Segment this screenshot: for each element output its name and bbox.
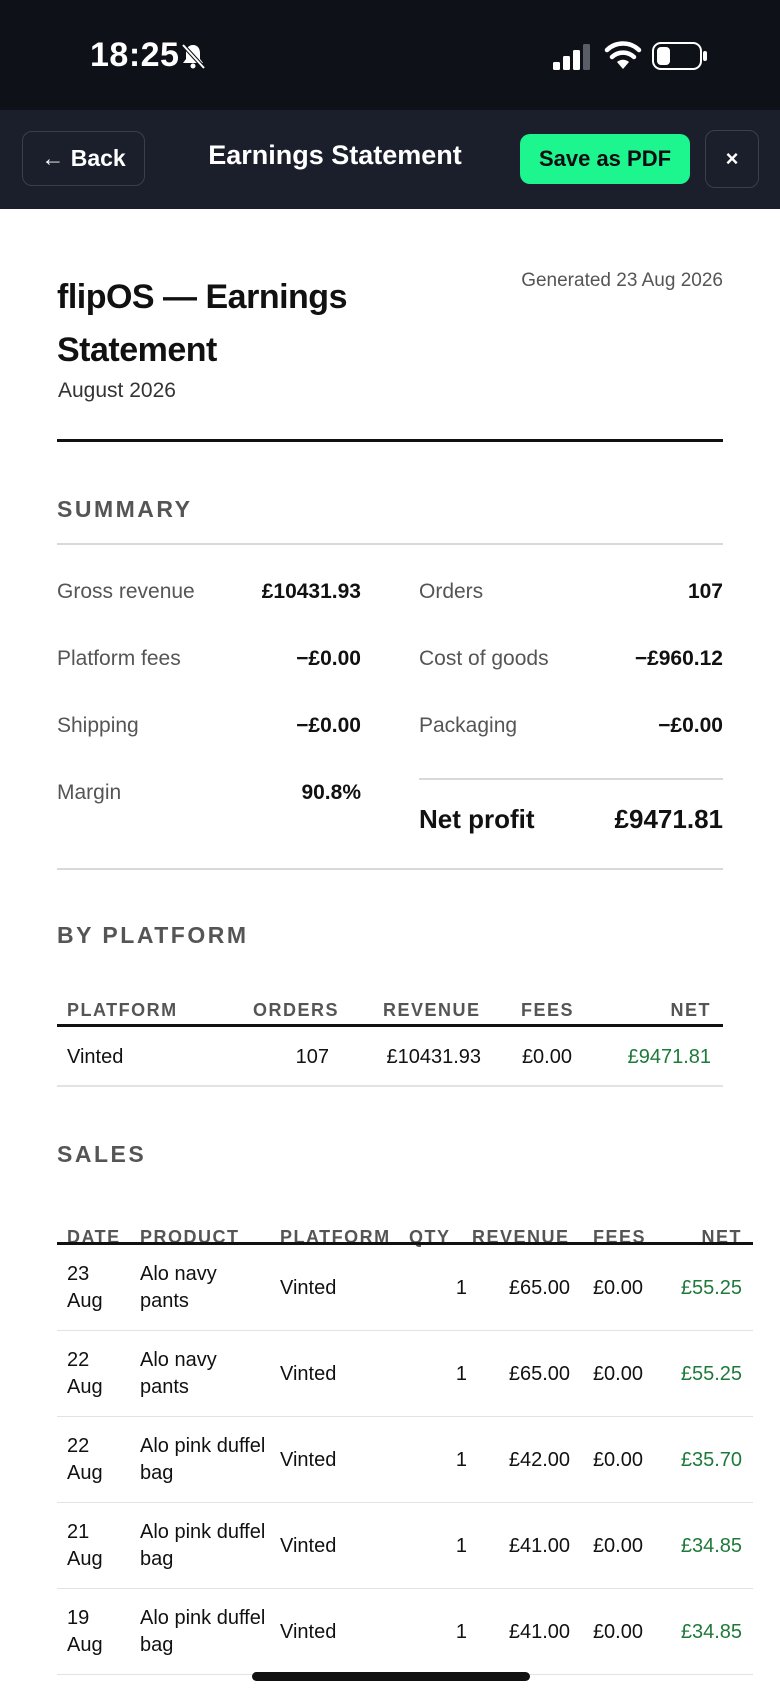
summary-value: £10431.93 <box>261 580 361 603</box>
cell-revenue: £10431.93 <box>386 1045 481 1068</box>
generated-date: Generated 23 Aug 2026 <box>521 270 723 291</box>
cell-net: £9471.81 <box>627 1045 711 1068</box>
cell-net: £55.25 <box>680 1362 742 1385</box>
cell-revenue: £65.00 <box>508 1276 570 1299</box>
cell-date: 23 Aug <box>67 1263 103 1312</box>
by-platform-heading: BY PLATFORM <box>57 922 249 948</box>
summary-value: −£960.12 <box>634 647 723 670</box>
cell-revenue: £65.00 <box>508 1362 570 1385</box>
cell-platform: Vinted <box>280 1448 337 1471</box>
table-row: 21 Aug Alo pink duffel bag Vinted 1 £41.… <box>57 1503 753 1589</box>
summary-value: −£0.00 <box>658 714 723 737</box>
back-button-label: ← Back <box>41 145 126 171</box>
summary-packaging: Packaging −£0.00 <box>419 706 723 746</box>
summary-label: Shipping <box>57 714 139 737</box>
sales-heading: SALES <box>57 1141 147 1167</box>
signal-icon <box>553 44 590 70</box>
cell-date: 22 Aug <box>67 1349 103 1398</box>
divider <box>57 1024 723 1027</box>
summary-value: −£0.00 <box>296 714 361 737</box>
cell-date: 21 Aug <box>67 1521 103 1570</box>
battery-icon <box>652 42 707 70</box>
summary-label: Platform fees <box>57 647 181 670</box>
navigation-bar: ← Back Earnings Statement Save as PDF × <box>0 110 780 209</box>
cell-qty: 1 <box>455 1276 467 1299</box>
cell-fees: £0.00 <box>592 1276 643 1299</box>
cell-platform: Vinted <box>280 1534 337 1557</box>
cell-net: £55.25 <box>680 1276 742 1299</box>
cell-product: Alo navy pants <box>140 1349 217 1398</box>
summary-net-profit: Net profit £9471.81 <box>419 794 723 844</box>
cell-fees: £0.00 <box>592 1534 643 1557</box>
summary-label: Margin <box>57 781 122 804</box>
cell-qty: 1 <box>455 1448 467 1471</box>
divider <box>419 778 723 780</box>
nav-title: Earnings Statement <box>208 140 462 170</box>
cell-orders: 107 <box>295 1045 329 1068</box>
net-profit-label: Net profit <box>419 803 535 834</box>
statement-period: August 2026 <box>58 379 176 402</box>
divider <box>57 868 723 870</box>
divider <box>57 1085 723 1087</box>
cell-net: £35.70 <box>680 1448 742 1471</box>
table-row: 22 Aug Alo navy pants Vinted 1 £65.00 £0… <box>57 1331 753 1417</box>
status-bar: 18:25 <box>0 0 780 110</box>
cell-platform: Vinted <box>280 1362 337 1385</box>
summary-platform-fees: Platform fees −£0.00 <box>57 639 361 679</box>
cell-platform: Vinted <box>67 1045 124 1068</box>
cell-product: Alo pink duffel bag <box>140 1607 266 1656</box>
table-row: Vinted 107 £10431.93 £0.00 £9471.81 <box>57 1029 723 1085</box>
summary-heading: SUMMARY <box>57 496 193 522</box>
status-time: 18:25 <box>90 36 180 74</box>
cell-qty: 1 <box>455 1620 467 1643</box>
table-row: 19 Aug Alo pink duffel bag Vinted 1 £41.… <box>57 1589 753 1675</box>
table-row: 23 Aug Alo navy pants Vinted 1 £65.00 £0… <box>57 1245 753 1331</box>
cell-product: Alo pink duffel bag <box>140 1435 266 1484</box>
summary-label: Orders <box>419 580 484 603</box>
cell-fees: £0.00 <box>521 1045 572 1068</box>
summary-shipping: Shipping −£0.00 <box>57 706 361 746</box>
summary-orders: Orders 107 <box>419 572 723 612</box>
cell-product: Alo navy pants <box>140 1263 217 1312</box>
cell-product: Alo pink duffel bag <box>140 1521 266 1570</box>
back-button[interactable]: ← Back <box>22 131 145 186</box>
cell-fees: £0.00 <box>592 1620 643 1643</box>
home-indicator[interactable] <box>252 1672 530 1681</box>
cell-platform: Vinted <box>280 1276 337 1299</box>
summary-gross-revenue: Gross revenue £10431.93 <box>57 572 361 612</box>
divider <box>57 439 723 442</box>
wifi-icon <box>604 41 642 69</box>
cell-fees: £0.00 <box>592 1448 643 1471</box>
cell-fees: £0.00 <box>592 1362 643 1385</box>
cell-net: £34.85 <box>680 1534 742 1557</box>
summary-value: 107 <box>687 580 723 603</box>
cell-revenue: £42.00 <box>508 1448 570 1471</box>
summary-margin: Margin 90.8% <box>57 773 361 813</box>
summary-label: Gross revenue <box>57 580 195 603</box>
cell-revenue: £41.00 <box>508 1620 570 1643</box>
summary-label: Packaging <box>419 714 518 737</box>
divider <box>57 543 723 545</box>
summary-value: 90.8% <box>301 781 361 804</box>
cell-date: 22 Aug <box>67 1435 103 1484</box>
summary-label: Cost of goods <box>419 647 549 670</box>
table-row: 22 Aug Alo pink duffel bag Vinted 1 £42.… <box>57 1417 753 1503</box>
summary-cost-of-goods: Cost of goods −£960.12 <box>419 639 723 679</box>
cell-net: £34.85 <box>680 1620 742 1643</box>
bell-muted-icon <box>181 43 206 70</box>
summary-value: −£0.00 <box>296 647 361 670</box>
net-profit-value: £9471.81 <box>614 803 723 834</box>
cell-platform: Vinted <box>280 1620 337 1643</box>
cell-qty: 1 <box>455 1534 467 1557</box>
close-button[interactable]: × <box>705 130 759 188</box>
cell-revenue: £41.00 <box>508 1534 570 1557</box>
statement-title: flipOS — Earnings Statement <box>57 278 347 369</box>
cell-date: 19 Aug <box>67 1607 103 1656</box>
cell-qty: 1 <box>455 1362 467 1385</box>
save-pdf-button[interactable]: Save as PDF <box>520 134 690 184</box>
